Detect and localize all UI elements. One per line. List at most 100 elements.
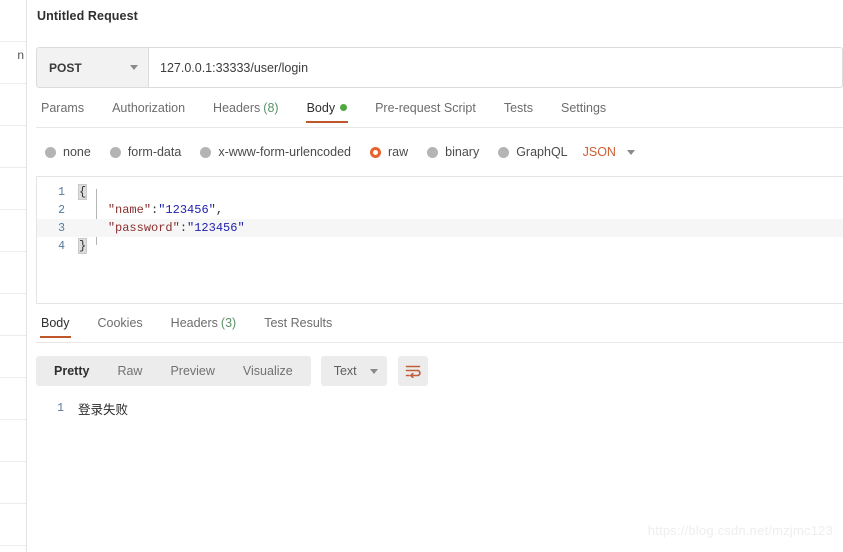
response-view-mode-group: Pretty Raw Preview Visualize [36, 356, 311, 386]
url-input[interactable]: 127.0.0.1:33333/user/login [149, 47, 843, 88]
sidebar-strip-row[interactable] [0, 336, 26, 378]
tab-label: Body [41, 316, 70, 330]
view-mode-raw[interactable]: Raw [103, 356, 156, 386]
line-number: 1 [57, 401, 64, 415]
radio-icon [498, 146, 510, 158]
tab-label: Authorization [112, 101, 186, 115]
request-body-editor[interactable]: 1 { 2 "name":"123456", 3 "password":"123… [36, 176, 843, 304]
tab-tests[interactable]: Tests [490, 101, 547, 123]
chevron-down-icon [130, 65, 138, 70]
chevron-down-icon [369, 368, 378, 374]
sidebar-strip-row[interactable] [0, 0, 26, 42]
line-number: 3 [58, 221, 65, 235]
response-tab-headers[interactable]: Headers (3) [157, 316, 251, 338]
sidebar-strip-row[interactable] [0, 84, 26, 126]
tab-label: Params [41, 101, 85, 115]
tab-label: Headers [213, 101, 261, 115]
response-line-text: 登录失败 [78, 401, 129, 417]
tab-label: Cookies [97, 316, 143, 330]
body-type-raw[interactable]: raw [370, 145, 408, 159]
tab-label: Test Results [264, 316, 333, 330]
view-mode-preview[interactable]: Preview [156, 356, 228, 386]
request-title: Untitled Request [37, 9, 138, 23]
tab-label: Body [306, 101, 336, 115]
body-type-label: form-data [127, 145, 182, 159]
sidebar-strip-row[interactable] [0, 294, 26, 336]
response-view-toolbar: Pretty Raw Preview Visualize Text [36, 356, 428, 386]
response-tab-body[interactable]: Body [36, 316, 84, 338]
left-sidebar-strip: n [0, 0, 27, 552]
request-code-area: 1 { 2 "name":"123456", 3 "password":"123… [37, 177, 843, 255]
view-mode-label: Visualize [242, 364, 293, 378]
url-text: 127.0.0.1:33333/user/login [160, 60, 309, 75]
code-content: "password":"123456" [79, 221, 245, 235]
sidebar-strip-row[interactable] [0, 420, 26, 462]
code-content: "name":"123456", [79, 203, 223, 217]
view-mode-visualize[interactable]: Visualize [229, 356, 307, 386]
radio-icon [109, 146, 121, 158]
http-method-label: POST [49, 60, 82, 75]
response-code-area: 1 登录失败 [36, 392, 843, 418]
body-type-radio-group: none form-data x-www-form-urlencoded raw… [36, 140, 843, 164]
body-type-label: GraphQL [516, 145, 568, 159]
code-brace-close: } [77, 238, 88, 254]
body-type-graphql[interactable]: GraphQL [498, 145, 568, 159]
tab-body[interactable]: Body [293, 101, 362, 123]
body-type-urlencoded[interactable]: x-www-form-urlencoded [200, 145, 351, 159]
json-value: "123456" [187, 221, 245, 235]
request-tabs: Params Authorization Headers (8) Body Pre… [36, 101, 843, 128]
body-type-binary[interactable]: binary [427, 145, 479, 159]
view-mode-pretty[interactable]: Pretty [40, 356, 103, 386]
watermark: https://blog.csdn.net/mzjmc123 [647, 523, 833, 538]
radio-icon [45, 146, 56, 158]
sidebar-truncated-label: n [17, 48, 24, 62]
json-key: "password" [107, 221, 180, 235]
json-colon: : [179, 221, 188, 235]
request-response-pane: Untitled Request POST 127.0.0.1:33333/us… [27, 0, 843, 552]
tab-params[interactable]: Params [36, 101, 98, 123]
word-wrap-toggle-button[interactable] [397, 356, 428, 386]
sidebar-strip-row[interactable] [0, 126, 26, 168]
body-type-label: binary [445, 145, 480, 159]
body-type-form-data[interactable]: form-data [109, 145, 182, 159]
tab-authorization[interactable]: Authorization [98, 101, 199, 123]
sidebar-strip-row[interactable] [0, 252, 26, 294]
chevron-down-icon [626, 149, 635, 155]
radio-icon [200, 146, 212, 158]
code-line: 4 } [37, 237, 843, 255]
line-number: 2 [58, 203, 65, 217]
view-mode-label: Pretty [54, 364, 90, 378]
response-format-select[interactable]: Text [320, 356, 387, 386]
sidebar-strip-row[interactable]: n [0, 42, 26, 84]
tab-label: Pre-request Script [375, 101, 476, 115]
view-mode-label: Preview [170, 364, 215, 378]
view-mode-label: Raw [117, 364, 143, 378]
tab-pre-request-script[interactable]: Pre-request Script [361, 101, 490, 123]
code-line: 1 { [37, 183, 843, 201]
headers-count-badge: (8) [263, 101, 279, 115]
body-type-label: raw [388, 145, 409, 159]
http-method-select[interactable]: POST [36, 47, 149, 88]
raw-format-select[interactable]: JSON [583, 145, 635, 159]
radio-selected-icon [370, 146, 381, 158]
response-format-label: Text [333, 364, 357, 378]
json-comma: , [215, 203, 224, 217]
sidebar-strip-row[interactable] [0, 504, 26, 546]
word-wrap-icon [405, 365, 421, 378]
sidebar-strip-row[interactable] [0, 378, 26, 420]
line-number: 1 [58, 185, 65, 199]
body-type-label: x-www-form-urlencoded [218, 145, 351, 159]
url-bar: POST 127.0.0.1:33333/user/login [36, 47, 843, 88]
json-key: "name" [107, 203, 152, 217]
sidebar-strip-row[interactable] [0, 210, 26, 252]
line-number: 4 [58, 239, 65, 253]
sidebar-strip-row[interactable] [0, 168, 26, 210]
body-type-none[interactable]: none [45, 145, 91, 159]
sidebar-strip-row[interactable] [0, 462, 26, 504]
response-tab-test-results[interactable]: Test Results [250, 316, 346, 338]
tab-settings[interactable]: Settings [547, 101, 620, 123]
body-type-label: none [63, 145, 91, 159]
tab-headers[interactable]: Headers (8) [199, 101, 293, 123]
response-tab-cookies[interactable]: Cookies [84, 316, 157, 338]
response-tabs: Body Cookies Headers (3) Test Results [36, 316, 843, 343]
